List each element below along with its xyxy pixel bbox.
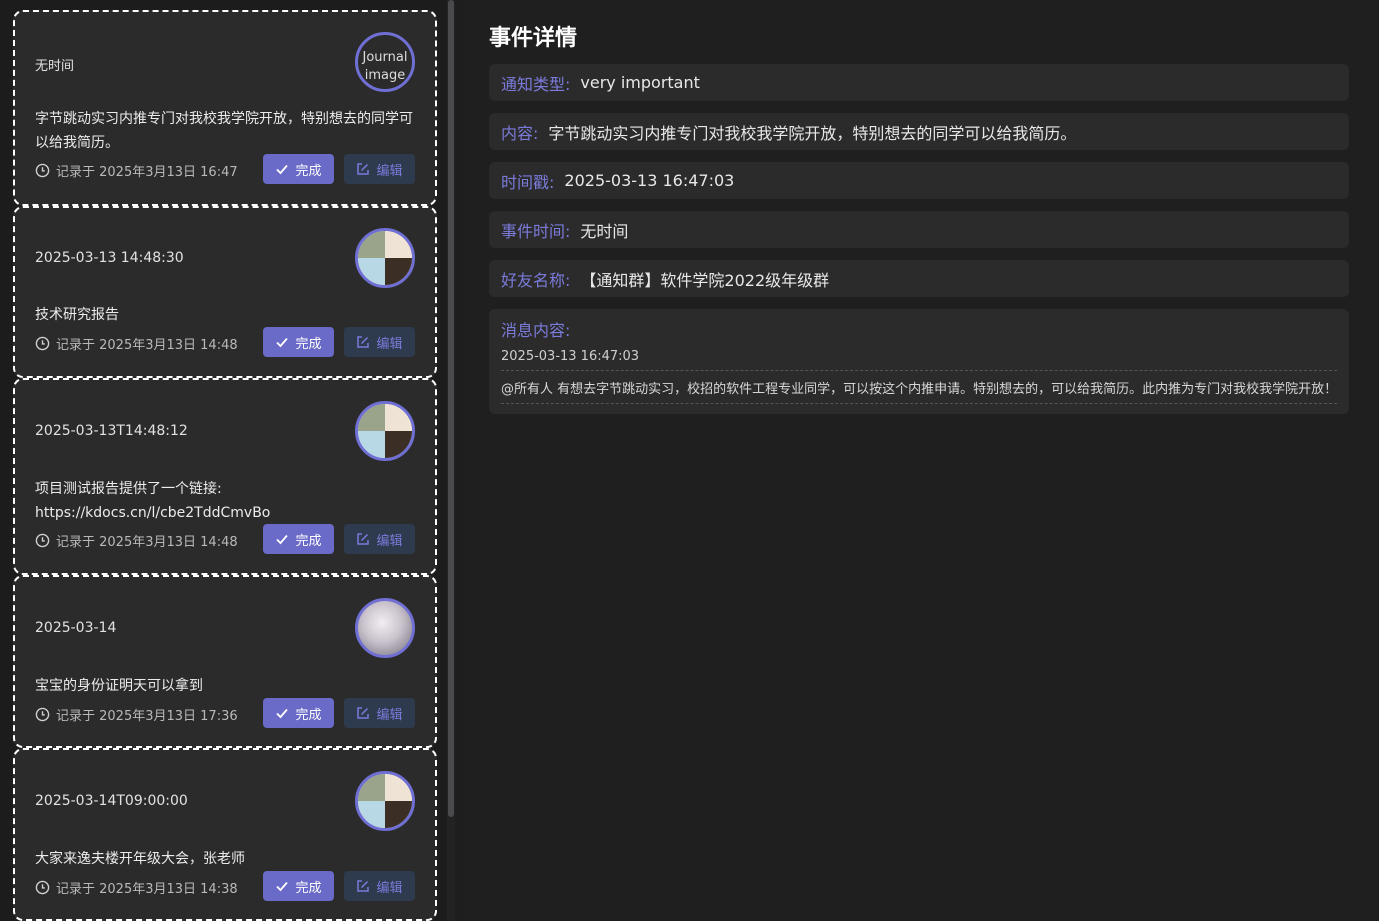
event-date: 2025-03-14 <box>35 620 117 636</box>
field-value: 【通知群】软件学院2022级年级群 <box>580 270 830 290</box>
done-label: 完成 <box>295 707 322 723</box>
edit-button[interactable]: 编辑 <box>344 327 415 357</box>
recorded-label: 记录于 2025年3月13日 17:36 <box>56 709 238 724</box>
edit-label: 编辑 <box>376 880 403 896</box>
field-label: 时间戳: <box>501 172 555 192</box>
edit-button[interactable]: 编辑 <box>344 524 415 554</box>
recorded-label: 记录于 2025年3月13日 14:48 <box>56 338 238 353</box>
event-card[interactable]: 无时间 Journal image 字节跳动实习内推专门对我校我学院开放，特别想… <box>13 10 437 206</box>
avatar-alt-text: Journal image <box>362 50 408 83</box>
edit-button[interactable]: 编辑 <box>344 698 415 728</box>
check-icon <box>276 337 289 348</box>
edit-icon <box>357 707 370 719</box>
check-icon <box>276 164 289 175</box>
edit-icon <box>357 880 370 892</box>
event-date: 无时间 <box>35 59 75 74</box>
check-icon <box>276 881 289 892</box>
done-label: 完成 <box>295 336 322 352</box>
message-content-box: 消息内容: 2025-03-13 16:47:03 @所有人 有想去字节跳动实习… <box>489 309 1349 414</box>
clock-icon <box>35 163 50 178</box>
event-list-panel: 无时间 Journal image 字节跳动实习内推专门对我校我学院开放，特别想… <box>0 0 447 921</box>
avatar: Journal image <box>355 32 415 92</box>
done-label: 完成 <box>295 533 322 549</box>
done-label: 完成 <box>295 880 322 896</box>
detail-row-friend-name: 好友名称: 【通知群】软件学院2022级年级群 <box>489 260 1349 297</box>
event-card[interactable]: 2025-03-13 14:48:30 技术研究报告 记录于 2025年3月13… <box>13 206 437 378</box>
event-card[interactable]: 2025-03-13T14:48:12 项目测试报告提供了一个链接: https… <box>13 378 437 575</box>
event-content: 技术研究报告 <box>35 307 119 323</box>
event-card[interactable]: 2025-03-14 宝宝的身份证明天可以拿到 记录于 2025年3月13日 1… <box>13 575 437 748</box>
recorded-time: 记录于 2025年3月13日 16:47 <box>35 161 238 180</box>
page-title: 事件详情 <box>489 26 578 51</box>
field-value: 无时间 <box>580 221 629 241</box>
clock-icon <box>35 880 50 895</box>
event-content: 项目测试报告提供了一个链接: https://kdocs.cn/l/cbe2Td… <box>35 481 271 521</box>
message-label: 消息内容: <box>501 321 571 340</box>
detail-row-content: 内容: 字节跳动实习内推专门对我校我学院开放，特别想去的同学可以给我简历。 <box>489 113 1349 150</box>
event-date: 2025-03-14T09:00:00 <box>35 793 188 809</box>
avatar <box>355 401 415 461</box>
done-button[interactable]: 完成 <box>263 327 334 357</box>
check-icon <box>276 708 289 719</box>
event-card[interactable]: 2025-03-14T09:00:00 大家来逸夫楼开年级大会，张老师 记录于 … <box>13 748 437 921</box>
event-content: 宝宝的身份证明天可以拿到 <box>35 678 203 694</box>
event-detail-panel: 事件详情 通知类型: very important 内容: 字节跳动实习内推专门… <box>465 0 1379 921</box>
done-button[interactable]: 完成 <box>263 698 334 728</box>
check-icon <box>276 534 289 545</box>
field-value: 字节跳动实习内推专门对我校我学院开放，特别想去的同学可以给我简历。 <box>548 123 1077 143</box>
edit-button[interactable]: 编辑 <box>344 871 415 901</box>
edit-label: 编辑 <box>376 163 403 179</box>
recorded-time: 记录于 2025年3月13日 14:48 <box>35 334 238 353</box>
scrollbar-thumb[interactable] <box>448 0 454 817</box>
edit-label: 编辑 <box>376 336 403 352</box>
recorded-label: 记录于 2025年3月13日 14:48 <box>56 535 238 550</box>
avatar <box>355 228 415 288</box>
done-label: 完成 <box>295 163 322 179</box>
recorded-time: 记录于 2025年3月13日 17:36 <box>35 705 238 724</box>
field-value: very important <box>580 73 700 92</box>
clock-icon <box>35 533 50 548</box>
clock-icon <box>35 336 50 351</box>
message-timestamp: 2025-03-13 16:47:03 <box>501 349 640 364</box>
edit-icon <box>357 336 370 348</box>
detail-row-notification-type: 通知类型: very important <box>489 64 1349 101</box>
event-content: 大家来逸夫楼开年级大会，张老师 <box>35 851 245 867</box>
clock-icon <box>35 707 50 722</box>
field-label: 事件时间: <box>501 221 571 241</box>
recorded-label: 记录于 2025年3月13日 16:47 <box>56 165 238 180</box>
message-text: @所有人 有想去字节跳动实习，校招的软件工程专业同学，可以按这个内推申请。特别想… <box>501 370 1337 404</box>
edit-icon <box>357 533 370 545</box>
detail-row-event-time: 事件时间: 无时间 <box>489 211 1349 248</box>
recorded-label: 记录于 2025年3月13日 14:38 <box>56 882 238 897</box>
field-label: 好友名称: <box>501 270 571 290</box>
field-label: 内容: <box>501 123 539 143</box>
avatar <box>355 598 415 658</box>
edit-label: 编辑 <box>376 707 403 723</box>
edit-button[interactable]: 编辑 <box>344 154 415 184</box>
event-content: 字节跳动实习内推专门对我校我学院开放，特别想去的同学可以给我简历。 <box>35 111 413 151</box>
edit-label: 编辑 <box>376 533 403 549</box>
done-button[interactable]: 完成 <box>263 154 334 184</box>
event-date: 2025-03-13T14:48:12 <box>35 423 188 439</box>
detail-row-timestamp: 时间戳: 2025-03-13 16:47:03 <box>489 162 1349 199</box>
recorded-time: 记录于 2025年3月13日 14:48 <box>35 531 238 550</box>
field-value: 2025-03-13 16:47:03 <box>564 171 735 190</box>
avatar <box>355 771 415 831</box>
edit-icon <box>357 163 370 175</box>
field-label: 通知类型: <box>501 74 571 94</box>
done-button[interactable]: 完成 <box>263 524 334 554</box>
event-date: 2025-03-13 14:48:30 <box>35 250 184 266</box>
done-button[interactable]: 完成 <box>263 871 334 901</box>
recorded-time: 记录于 2025年3月13日 14:38 <box>35 878 238 897</box>
